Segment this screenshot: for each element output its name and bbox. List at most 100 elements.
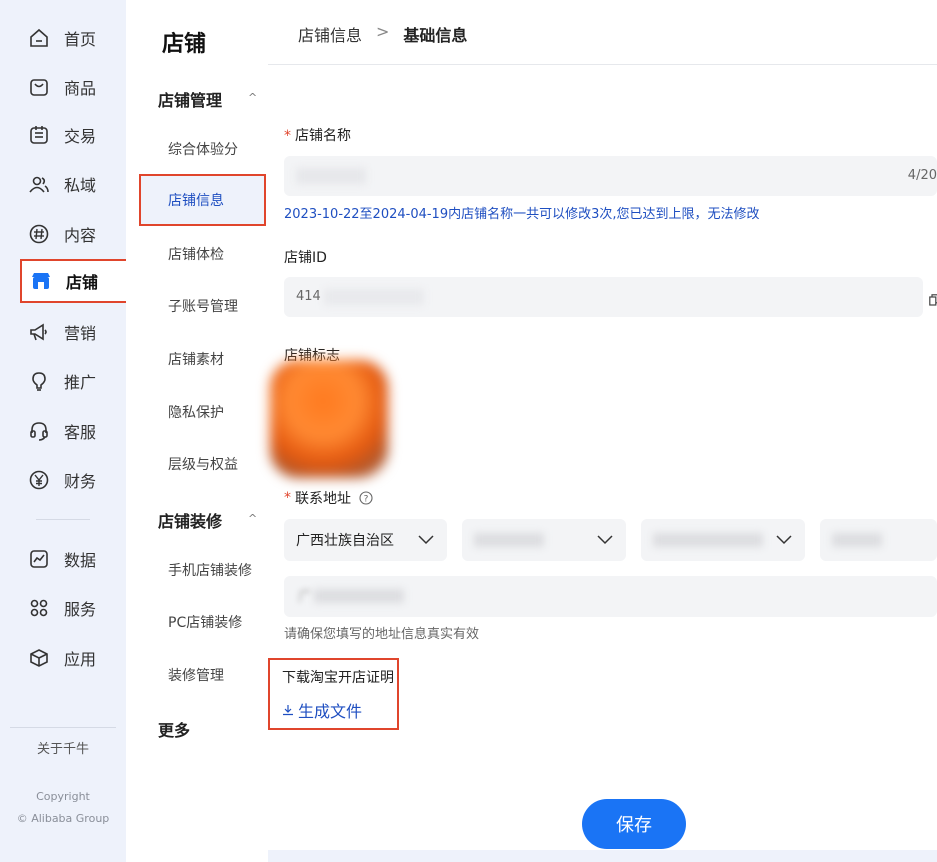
nav-item-service[interactable]: 客服 (20, 410, 126, 452)
nav-item-label: 内容 (64, 226, 97, 245)
copyright-line: © Alibaba Group (16, 812, 110, 825)
group-store-management[interactable]: 店铺管理 (158, 87, 222, 111)
secondary-nav-title: 店铺 (162, 32, 207, 57)
sub-item-experience-score[interactable]: 综合体验分 (168, 139, 238, 159)
address-hint: 请确保您填写的地址信息真实有效 (284, 627, 480, 642)
nav-item-label: 营销 (64, 324, 97, 343)
sub-item-privacy[interactable]: 隐私保护 (168, 402, 224, 422)
blurred-value (296, 168, 366, 184)
address-detail-value: 广 (298, 589, 314, 605)
required-mark: * (284, 490, 291, 506)
nav-item-content[interactable]: 内容 (20, 213, 126, 255)
nav-item-promotion[interactable]: 推广 (20, 360, 126, 402)
save-button[interactable]: 保存 (582, 799, 686, 849)
city-select[interactable] (462, 519, 626, 561)
headset-icon (28, 420, 50, 442)
blurred-value (324, 289, 424, 305)
nav-item-store[interactable]: 店铺 (20, 259, 128, 303)
sub-item-mobile-decoration[interactable]: 手机店铺装修 (168, 560, 252, 580)
store-icon (30, 270, 52, 292)
nav-item-label: 商品 (64, 79, 97, 98)
breadcrumb-separator: > (376, 22, 390, 41)
grid-icon (28, 597, 50, 619)
nav-item-data[interactable]: 数据 (20, 538, 126, 580)
download-certificate-label: 下载淘宝开店证明 (282, 670, 394, 686)
shop-name-hint: 2023-10-22至2024-04-19内店铺名称一共可以修改3次,您已达到上… (284, 207, 760, 222)
sub-item-pc-decoration[interactable]: PC店铺装修 (168, 612, 242, 632)
chevron-up-icon[interactable]: ^ (248, 512, 257, 525)
home-icon (28, 27, 50, 49)
group-more[interactable]: 更多 (158, 717, 190, 741)
address-label-text: 联系地址 (295, 491, 351, 507)
receipt-icon (28, 124, 50, 146)
district-select[interactable] (641, 519, 805, 561)
nav-item-products[interactable]: 商品 (20, 66, 126, 108)
chevron-down-icon (417, 530, 435, 552)
nav-item-finance[interactable]: 财务 (20, 459, 126, 501)
street-select[interactable] (820, 519, 937, 561)
shop-name-label-text: 店铺名称 (295, 128, 351, 144)
breadcrumb: 店铺信息 > 基础信息 (298, 22, 467, 46)
nav-divider (36, 519, 90, 520)
breadcrumb-parent[interactable]: 店铺信息 (298, 22, 362, 46)
hashtag-icon (28, 223, 50, 245)
chevron-up-icon[interactable]: ^ (248, 91, 257, 104)
shop-id-label: 店铺ID (284, 250, 327, 266)
nav-item-apps[interactable]: 应用 (20, 637, 126, 679)
nav-item-label: 数据 (64, 551, 97, 570)
nav-item-label: 私域 (64, 176, 97, 195)
nav-item-label: 应用 (64, 650, 97, 669)
breadcrumb-current: 基础信息 (403, 26, 468, 45)
generate-file-link[interactable]: 生成文件 (282, 698, 362, 722)
copyright: Copyright © Alibaba Group (0, 786, 126, 830)
address-detail-input[interactable]: 广 (284, 576, 937, 617)
nav-item-private[interactable]: 私域 (20, 163, 126, 205)
group-store-decoration[interactable]: 店铺装修 (158, 508, 222, 532)
nav-item-home[interactable]: 首页 (20, 17, 126, 59)
shop-id-value: 414 (296, 289, 321, 304)
bulb-icon (28, 370, 50, 392)
svg-text:?: ? (364, 495, 369, 505)
chart-icon (28, 548, 50, 570)
secondary-nav: 店铺 店铺管理 ^ 综合体验分 店铺信息 店铺体检 子账号管理 店铺素材 隐私保… (126, 0, 268, 862)
main-content: 店铺信息 > 基础信息 * 店铺名称 4/20 2023-10-22至2024-0… (268, 0, 937, 862)
province-select[interactable]: 广西壮族自治区 (284, 519, 447, 561)
nav-item-label: 店铺 (66, 273, 99, 292)
nav-item-label: 首页 (64, 30, 97, 49)
blurred-value (653, 533, 763, 547)
help-icon[interactable]: ? (359, 491, 373, 505)
sub-item-decoration-management[interactable]: 装修管理 (168, 665, 224, 685)
sub-item-store-info[interactable]: 店铺信息 (139, 174, 266, 226)
province-value: 广西壮族自治区 (296, 533, 394, 549)
blurred-value (832, 533, 882, 547)
primary-nav: 首页 商品 交易 私域 内容 店铺 营销 推广 客服 财务 数据 服务 应用 关… (0, 0, 128, 862)
cube-icon (28, 647, 50, 669)
shop-id-field: 414 (284, 277, 923, 317)
chevron-down-icon (775, 530, 793, 552)
about-link[interactable]: 关于千牛 (0, 738, 126, 757)
bag-icon (28, 76, 50, 98)
required-mark: * (284, 128, 291, 144)
chevron-down-icon (596, 530, 614, 552)
sub-item-subaccounts[interactable]: 子账号管理 (168, 296, 238, 316)
nav-item-label: 推广 (64, 373, 97, 392)
sub-item-levels[interactable]: 层级与权益 (168, 454, 238, 474)
nav-item-trade[interactable]: 交易 (20, 114, 126, 156)
blurred-value (474, 533, 544, 547)
address-label: * 联系地址 ? (284, 488, 373, 508)
sub-item-store-checkup[interactable]: 店铺体检 (168, 244, 224, 264)
blurred-value (314, 589, 404, 603)
shop-name-label: * 店铺名称 (284, 125, 351, 145)
shop-name-input[interactable]: 4/20 (284, 156, 937, 196)
copy-icon[interactable] (929, 291, 937, 310)
nav-item-label: 服务 (64, 600, 97, 619)
nav-item-services[interactable]: 服务 (20, 587, 126, 629)
nav-item-marketing[interactable]: 营销 (20, 311, 126, 353)
download-icon (282, 701, 294, 720)
nav-item-label: 财务 (64, 472, 97, 491)
bottom-strip (268, 850, 937, 862)
sub-item-materials[interactable]: 店铺素材 (168, 349, 224, 369)
yen-icon (28, 469, 50, 491)
generate-file-text: 生成文件 (298, 702, 363, 721)
store-logo-image[interactable] (270, 360, 388, 478)
